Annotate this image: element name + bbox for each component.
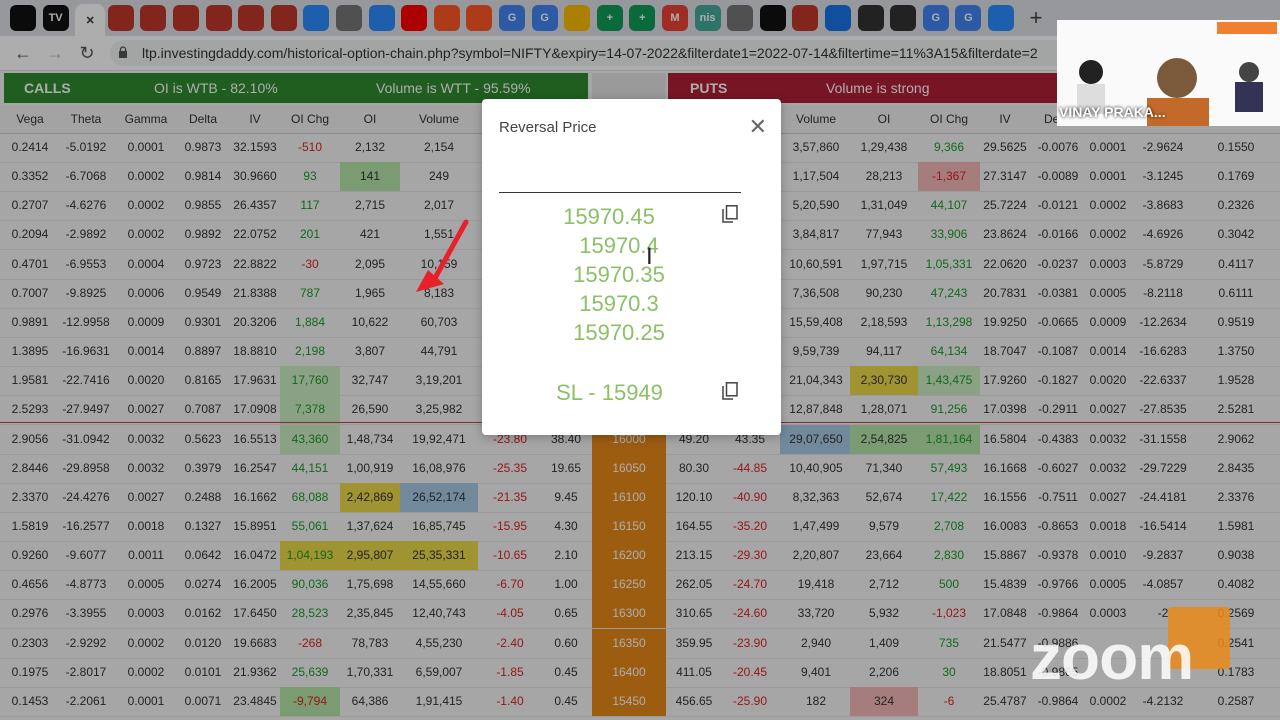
stop-loss-value: SL - 15949 xyxy=(556,380,663,405)
modal-title: Reversal Price xyxy=(499,119,597,136)
zoom-watermark: zoom xyxy=(1030,621,1194,693)
video-thumbnail[interactable]: VINAY PRAKA... xyxy=(1057,20,1280,126)
modal-input-line[interactable] xyxy=(499,192,741,193)
presenter-name: VINAY PRAKA... xyxy=(1059,104,1166,120)
red-arrow-annotation xyxy=(416,219,469,292)
price-2: 15970.4 xyxy=(579,233,659,258)
copy-icon[interactable] xyxy=(722,205,738,223)
reversal-price-modal: Reversal Price ✕ 15970.45 15970.4 15970.… xyxy=(482,99,781,435)
price-5: 15970.25 xyxy=(573,320,665,345)
price-3: 15970.35 xyxy=(573,262,665,287)
close-icon[interactable]: ✕ xyxy=(749,116,767,138)
copy-sl-icon[interactable] xyxy=(722,382,738,400)
price-1: 15970.45 xyxy=(563,204,655,229)
price-4: 15970.3 xyxy=(579,291,659,316)
text-cursor-icon: I xyxy=(646,243,653,270)
